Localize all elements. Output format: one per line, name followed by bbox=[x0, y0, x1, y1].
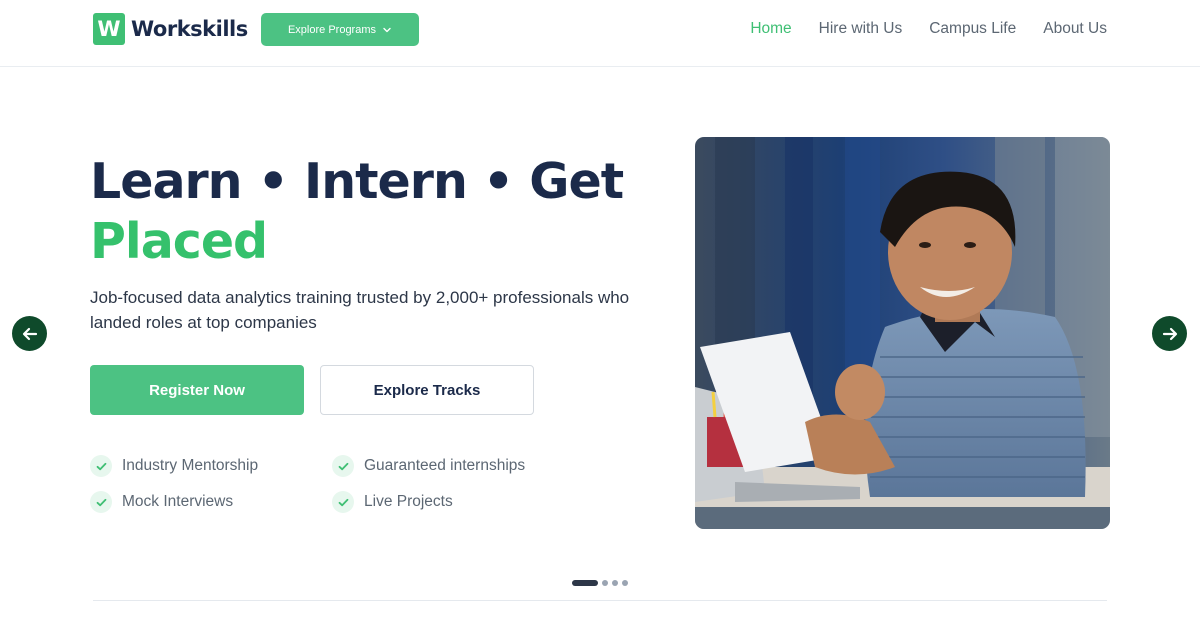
feature-item: Guaranteed internships bbox=[332, 455, 570, 477]
hero-title-line1: Learn • Intern • Get bbox=[90, 153, 624, 210]
feature-item: Industry Mentorship bbox=[90, 455, 332, 477]
feature-list: Industry Mentorship Guaranteed internshi… bbox=[90, 455, 570, 513]
feature-label: Mock Interviews bbox=[122, 493, 234, 510]
carousel-indicators bbox=[572, 580, 628, 586]
nav-hire-with-us[interactable]: Hire with Us bbox=[819, 20, 903, 38]
explore-programs-label: Explore Programs bbox=[287, 23, 377, 36]
brand-logo[interactable]: W Workskills bbox=[93, 13, 248, 45]
carousel-prev-button[interactable] bbox=[12, 316, 47, 351]
hero-photo bbox=[695, 137, 1110, 529]
chevron-down-icon bbox=[383, 27, 391, 32]
feature-item: Mock Interviews bbox=[90, 491, 332, 513]
hero-title: Learn • Intern • Get Placed bbox=[90, 152, 624, 272]
feature-label: Industry Mentorship bbox=[122, 457, 259, 474]
arrow-right-icon bbox=[1162, 327, 1177, 340]
hero-title-line2: Placed bbox=[90, 213, 268, 270]
nav-campus-life[interactable]: Campus Life bbox=[929, 20, 1016, 38]
check-icon bbox=[90, 455, 112, 477]
explore-programs-button[interactable]: Explore Programs bbox=[261, 13, 419, 46]
arrow-left-icon bbox=[22, 327, 37, 340]
explore-tracks-button[interactable]: Explore Tracks bbox=[320, 365, 534, 415]
carousel-dot-active[interactable] bbox=[572, 580, 598, 586]
brand-name: Workskills bbox=[131, 17, 248, 41]
feature-item: Live Projects bbox=[332, 491, 570, 513]
carousel-dot[interactable] bbox=[622, 580, 628, 586]
logo-mark-icon: W bbox=[93, 13, 125, 45]
check-icon bbox=[332, 491, 354, 513]
nav-home[interactable]: Home bbox=[750, 20, 791, 38]
carousel-dot[interactable] bbox=[612, 580, 618, 586]
check-icon bbox=[90, 491, 112, 513]
nav-about-us[interactable]: About Us bbox=[1043, 20, 1107, 38]
main-nav: Home Hire with Us Campus Life About Us bbox=[750, 20, 1107, 38]
feature-label: Live Projects bbox=[364, 493, 453, 510]
check-icon bbox=[332, 455, 354, 477]
hero-subtitle: Job-focused data analytics training trus… bbox=[90, 288, 630, 332]
feature-label: Guaranteed internships bbox=[364, 457, 526, 474]
carousel-dot[interactable] bbox=[602, 580, 608, 586]
register-now-button[interactable]: Register Now bbox=[90, 365, 304, 415]
carousel-next-button[interactable] bbox=[1152, 316, 1187, 351]
site-header: W Workskills Explore Programs Home Hire … bbox=[0, 0, 1200, 67]
section-divider bbox=[93, 600, 1107, 601]
